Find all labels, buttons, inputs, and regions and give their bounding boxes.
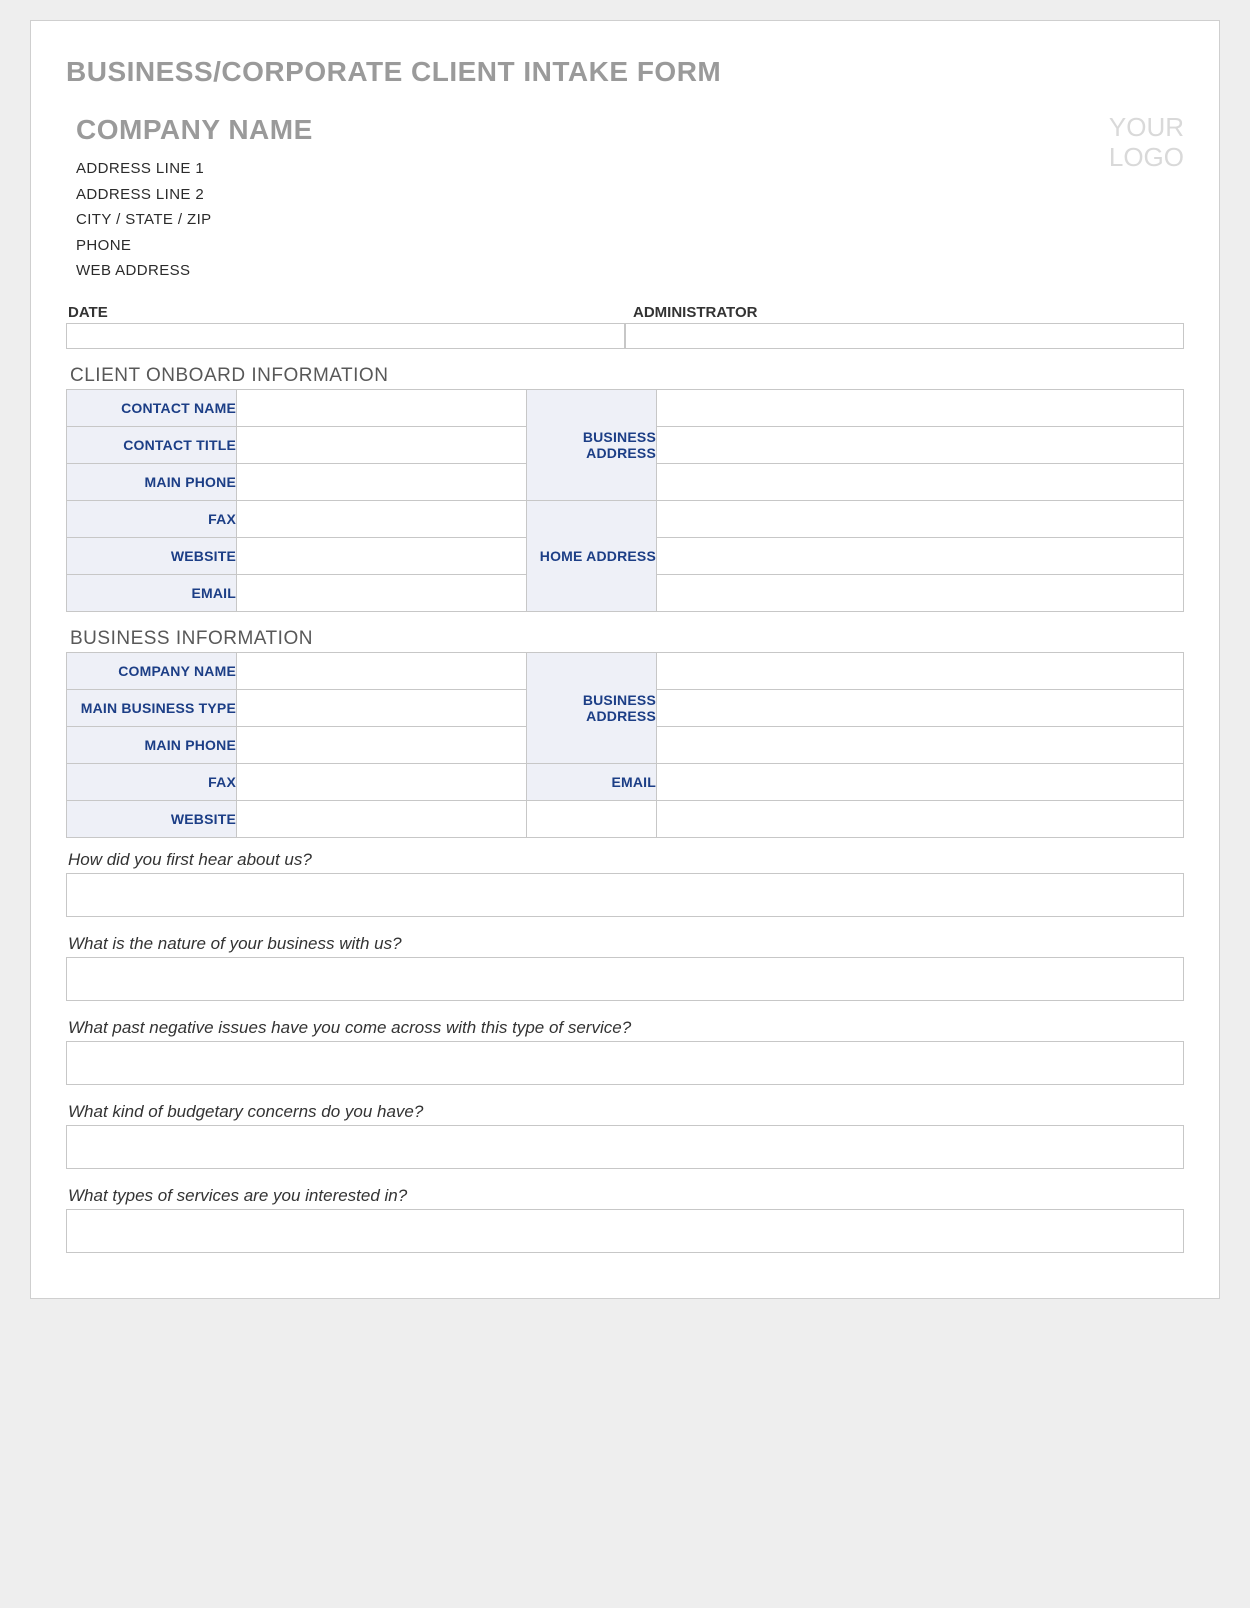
onboard-table: CONTACT NAME BUSINESS ADDRESS CONTACT TI… xyxy=(66,389,1184,612)
q2-input[interactable] xyxy=(66,957,1184,1001)
qa-block-4: What kind of budgetary concerns do you h… xyxy=(66,1100,1184,1174)
form-title: BUSINESS/CORPORATE CLIENT INTAKE FORM xyxy=(66,56,1184,88)
label-home-address: HOME ADDRESS xyxy=(527,500,657,611)
company-block: COMPANY NAME ADDRESS LINE 1 ADDRESS LINE… xyxy=(66,108,313,284)
label-biz-business-address: BUSINESS ADDRESS xyxy=(527,652,657,763)
qa-block-2: What is the nature of your business with… xyxy=(66,932,1184,1006)
q3-input[interactable] xyxy=(66,1041,1184,1085)
q3-label: What past negative issues have you come … xyxy=(66,1016,1184,1040)
date-input[interactable] xyxy=(66,323,625,349)
q1-input[interactable] xyxy=(66,873,1184,917)
administrator-label: ADMINISTRATOR xyxy=(625,302,1184,323)
input-biz-company-name[interactable] xyxy=(237,653,526,689)
address-line-2: ADDRESS LINE 2 xyxy=(76,182,313,208)
input-biz-address-2[interactable] xyxy=(657,690,1183,726)
input-business-address-1[interactable] xyxy=(657,390,1183,426)
input-fax[interactable] xyxy=(237,501,526,537)
qa-block-1: How did you first hear about us? xyxy=(66,848,1184,922)
q4-label: What kind of budgetary concerns do you h… xyxy=(66,1100,1184,1124)
label-biz-website: WEBSITE xyxy=(67,800,237,837)
q5-input[interactable] xyxy=(66,1209,1184,1253)
input-biz-email[interactable] xyxy=(657,764,1183,800)
label-contact-title: CONTACT TITLE xyxy=(67,426,237,463)
section-title-onboard: CLIENT ONBOARD INFORMATION xyxy=(70,365,1184,387)
logo-line1: YOUR xyxy=(1109,113,1184,143)
date-label: DATE xyxy=(66,302,625,323)
input-business-address-2[interactable] xyxy=(657,427,1183,463)
label-biz-type: MAIN BUSINESS TYPE xyxy=(67,689,237,726)
address-line-1: ADDRESS LINE 1 xyxy=(76,156,313,182)
input-biz-type[interactable] xyxy=(237,690,526,726)
input-biz-main-phone[interactable] xyxy=(237,727,526,763)
label-business-address: BUSINESS ADDRESS xyxy=(527,389,657,500)
q5-label: What types of services are you intereste… xyxy=(66,1184,1184,1208)
label-biz-fax: FAX xyxy=(67,763,237,800)
qa-block-5: What types of services are you intereste… xyxy=(66,1184,1184,1258)
input-biz-address-3[interactable] xyxy=(657,727,1183,763)
label-email: EMAIL xyxy=(67,574,237,611)
label-website: WEBSITE xyxy=(67,537,237,574)
logo-placeholder: YOUR LOGO xyxy=(1109,108,1184,173)
company-name: COMPANY NAME xyxy=(76,114,313,146)
q2-label: What is the nature of your business with… xyxy=(66,932,1184,956)
administrator-input[interactable] xyxy=(625,323,1184,349)
input-home-address-1[interactable] xyxy=(657,501,1183,537)
header-row: COMPANY NAME ADDRESS LINE 1 ADDRESS LINE… xyxy=(66,108,1184,284)
business-table: COMPANY NAME BUSINESS ADDRESS MAIN BUSIN… xyxy=(66,652,1184,838)
label-main-phone: MAIN PHONE xyxy=(67,463,237,500)
company-web: WEB ADDRESS xyxy=(76,258,313,284)
input-main-phone[interactable] xyxy=(237,464,526,500)
input-biz-website[interactable] xyxy=(237,801,526,837)
input-home-address-3[interactable] xyxy=(657,575,1183,611)
input-email[interactable] xyxy=(237,575,526,611)
company-phone: PHONE xyxy=(76,233,313,259)
input-business-address-3[interactable] xyxy=(657,464,1183,500)
qa-block-3: What past negative issues have you come … xyxy=(66,1016,1184,1090)
intake-form-page: BUSINESS/CORPORATE CLIENT INTAKE FORM CO… xyxy=(30,20,1220,1299)
label-contact-name: CONTACT NAME xyxy=(67,389,237,426)
input-biz-address-1[interactable] xyxy=(657,653,1183,689)
logo-line2: LOGO xyxy=(1109,143,1184,173)
input-contact-name[interactable] xyxy=(237,390,526,426)
label-biz-email: EMAIL xyxy=(527,763,657,800)
label-biz-main-phone: MAIN PHONE xyxy=(67,726,237,763)
section-title-business: BUSINESS INFORMATION xyxy=(70,628,1184,650)
input-biz-fax[interactable] xyxy=(237,764,526,800)
label-fax: FAX xyxy=(67,500,237,537)
q4-input[interactable] xyxy=(66,1125,1184,1169)
date-admin-row: DATE ADMINISTRATOR xyxy=(66,302,1184,349)
city-state-zip: CITY / STATE / ZIP xyxy=(76,207,313,233)
input-website[interactable] xyxy=(237,538,526,574)
q1-label: How did you first hear about us? xyxy=(66,848,1184,872)
input-contact-title[interactable] xyxy=(237,427,526,463)
input-home-address-2[interactable] xyxy=(657,538,1183,574)
label-biz-company-name: COMPANY NAME xyxy=(67,652,237,689)
